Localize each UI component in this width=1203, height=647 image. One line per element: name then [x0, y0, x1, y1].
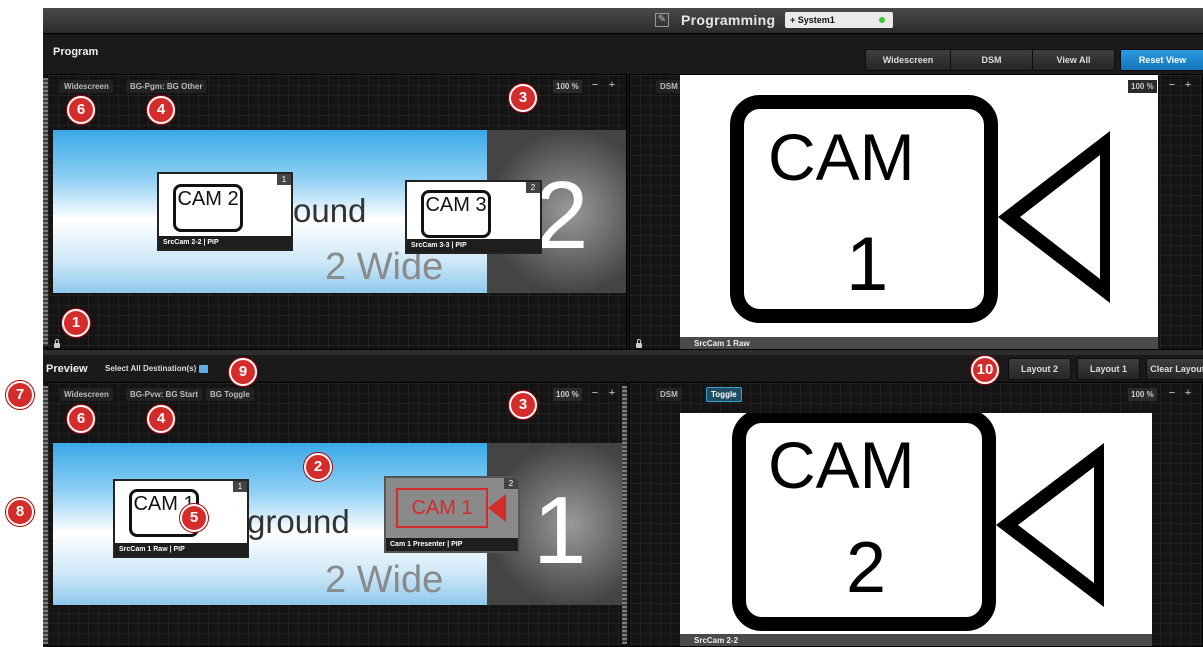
camera-cam-text: CAM [768, 428, 915, 502]
dsm-button[interactable]: DSM [950, 49, 1033, 71]
preview-title: Preview [46, 363, 88, 375]
preview-monitor-pane[interactable]: DSM Toggle CAM 2 SrcCam 2-2 100 % − + [629, 382, 1203, 647]
program-monitor: CAM 1 SrcCam 1 Raw [680, 75, 1158, 349]
preview-monitor-label: SrcCam 2-2 [680, 634, 1152, 646]
callout-7: 7 [6, 381, 34, 409]
camera-icon: CAM 3 [421, 190, 491, 238]
preview-bg-wide: 2 Wide [325, 559, 444, 601]
clear-layout-button[interactable]: Clear Layout [1146, 358, 1203, 380]
preview-dsm-tag[interactable]: DSM [656, 388, 682, 401]
pip-label: SrcCam 1 Raw | PIP [115, 543, 247, 556]
program-monitor-pane[interactable]: DSM CAM 1 SrcCam 1 Raw 100 % − + [629, 74, 1203, 350]
pip-number: 1 [233, 481, 247, 492]
layout-1-button[interactable]: Layout 1 [1077, 358, 1140, 380]
zoom-in-icon[interactable]: + [1182, 80, 1194, 92]
camera-lens-icon [488, 494, 506, 522]
zoom-out-icon[interactable]: − [1166, 80, 1178, 92]
program-bg-tag[interactable]: BG-Pgm: BG Other [126, 80, 207, 93]
zoom-out-icon[interactable]: − [1166, 388, 1178, 400]
app-title: Programming [681, 12, 776, 28]
callout-4: 4 [147, 405, 175, 433]
program-dsm-tag[interactable]: DSM [656, 80, 682, 93]
reset-view-button[interactable]: Reset View [1120, 49, 1203, 71]
preview-layout-canvas[interactable]: Widescreen BG-Pvw: BG Start BG Toggle 10… [47, 382, 627, 647]
edit-icon[interactable]: ✎ [655, 13, 669, 27]
callout-3: 3 [509, 84, 537, 112]
pip-number: 2 [504, 478, 518, 489]
zoom-out-icon[interactable]: − [589, 388, 601, 400]
title-bar: ✎ Programming + System1 [43, 8, 1203, 34]
preview-bg-text: ground [247, 503, 350, 540]
pip-window[interactable]: CAM 2 1 SrcCam 2-2 | PIP [157, 172, 293, 251]
pip-label: Cam 1 Presenter | PIP [386, 538, 518, 551]
camera-icon: CAM 1 [396, 488, 488, 528]
preview-bg-number: 1 [533, 477, 587, 584]
preview-toggle-tag[interactable]: Toggle [706, 387, 742, 402]
callout-10: 10 [971, 356, 999, 384]
zoom-in-icon[interactable]: + [606, 80, 618, 92]
camera-cam-number: 2 [846, 528, 887, 608]
program-bg-number: 2 [535, 162, 589, 269]
callout-2: 2 [304, 453, 332, 481]
stage: 7 8 ✎ Programming + System1 Program Wide… [0, 0, 1203, 647]
pip-window[interactable]: CAM 3 2 SrcCam 3-3 | PIP [405, 180, 542, 254]
camera-lens-inner [1018, 467, 1094, 583]
pip-label: SrcCam 2-2 | PIP [159, 236, 291, 249]
select-all-label: Select All Destination(s) [105, 364, 197, 373]
widescreen-button[interactable]: Widescreen [865, 49, 951, 71]
lock-icon[interactable] [636, 339, 642, 348]
zoom-in-icon[interactable]: + [1182, 388, 1194, 400]
camera-cam-number: 1 [846, 222, 889, 307]
preview-left-handle[interactable] [43, 386, 48, 644]
callout-8: 8 [6, 498, 34, 526]
program-bg-text: ound [293, 192, 367, 229]
preview-zoom-level: 100 % [553, 388, 582, 401]
preview-right-zoom-level: 100 % [1128, 388, 1157, 401]
pip-window[interactable]: CAM 1 2 Cam 1 Presenter | PIP [384, 476, 520, 553]
program-right-zoom-level: 100 % [1128, 80, 1157, 93]
pip-label: SrcCam 3-3 | PIP [407, 239, 540, 252]
pip-number: 1 [277, 174, 291, 185]
checkbox-icon[interactable] [199, 364, 209, 373]
preview-bg-toggle-tag[interactable]: BG Toggle [206, 388, 254, 401]
callout-4: 4 [147, 96, 175, 124]
callout-5: 5 [180, 504, 208, 532]
program-widescreen-tag[interactable]: Widescreen [60, 80, 113, 93]
preview-mid-handle[interactable] [622, 386, 627, 644]
camera-icon: CAM 2 [173, 184, 243, 232]
view-all-button[interactable]: View All [1032, 49, 1115, 71]
pip-number: 2 [526, 182, 540, 193]
status-dot-icon [879, 17, 885, 23]
system-tab[interactable]: + System1 [785, 12, 893, 28]
preview-bg-tag[interactable]: BG-Pvw: BG Start [126, 388, 203, 401]
program-layout-canvas[interactable]: Widescreen BG-Pgm: BG Other 100 % − + 2 … [47, 74, 627, 350]
program-title: Program [53, 46, 99, 58]
preview-widescreen-tag[interactable]: Widescreen [60, 388, 113, 401]
preview-monitor: CAM 2 SrcCam 2-2 [680, 413, 1152, 646]
program-zoom-level: 100 % [553, 80, 582, 93]
callout-6: 6 [67, 405, 95, 433]
callout-9: 9 [229, 358, 257, 386]
callout-6: 6 [67, 96, 95, 124]
select-all-destinations[interactable]: Select All Destination(s) [105, 364, 209, 373]
preview-background: 1 ground 2 Wide CAM 1 1 SrcCam 1 Raw | P… [53, 443, 626, 605]
callout-1: 1 [62, 309, 90, 337]
callout-3: 3 [509, 391, 537, 419]
camera-cam-text: CAM [768, 120, 915, 194]
lock-icon[interactable] [54, 339, 60, 348]
app-window: ✎ Programming + System1 Program Widescre… [43, 8, 1203, 647]
zoom-out-icon[interactable]: − [589, 80, 601, 92]
program-background: 2 ound 2 Wide CAM 2 1 SrcCam 2-2 | PIP C… [53, 130, 626, 293]
program-left-handle[interactable] [43, 78, 48, 346]
system-tab-label: + System1 [790, 15, 835, 25]
camera-lens-inner [1020, 155, 1100, 279]
layout-2-button[interactable]: Layout 2 [1008, 358, 1071, 380]
zoom-in-icon[interactable]: + [606, 388, 618, 400]
program-monitor-label: SrcCam 1 Raw [680, 337, 1158, 349]
